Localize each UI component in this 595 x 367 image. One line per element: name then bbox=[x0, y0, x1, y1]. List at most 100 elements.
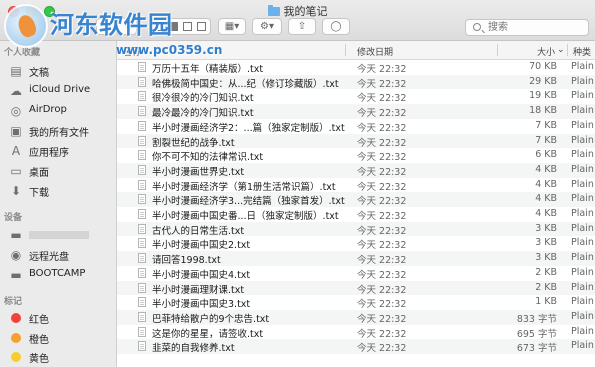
arrange-button[interactable]: ▦▾ bbox=[218, 18, 246, 35]
file-row[interactable]: 半小时漫画中国史番...日（独家定制版）.txt 今天 22:32 4 KB Plai… bbox=[117, 207, 595, 222]
sidebar-item-label: BOOTCAMP bbox=[29, 268, 86, 279]
file-name: 半小时漫画中国史3.txt bbox=[152, 299, 251, 311]
search-icon bbox=[473, 23, 481, 31]
file-row[interactable]: 半小时漫画经济学3...完结篇（独家首发）.txt 今天 22:32 4 KB Pla… bbox=[117, 192, 595, 207]
action-button[interactable]: ⚙▾ bbox=[252, 18, 282, 35]
text-file-icon bbox=[138, 76, 146, 87]
file-row[interactable]: 巴菲特给散户的9个忠告.txt 今天 22:32 833 字节 Plain bbox=[117, 309, 595, 325]
sidebar-item-tag-red[interactable]: 红色 bbox=[0, 309, 117, 328]
text-file-icon bbox=[138, 341, 146, 352]
file-date: 今天 22:32 bbox=[357, 93, 407, 105]
sidebar-item-label: 远程光盘 bbox=[29, 252, 69, 263]
watermark-name: 河东软件园 bbox=[50, 10, 173, 39]
text-file-icon bbox=[138, 150, 146, 161]
file-size: 70 KB bbox=[529, 61, 557, 72]
text-file-icon bbox=[138, 238, 146, 249]
file-row[interactable]: 你不可不知的法律常识.txt 今天 22:32 6 KB Plain bbox=[117, 148, 595, 163]
column-header-date[interactable]: 修改日期 bbox=[357, 45, 393, 58]
column-view-icon[interactable] bbox=[183, 22, 192, 31]
file-row[interactable]: 很冷很冷的冷门知识.txt 今天 22:32 19 KB Plain bbox=[117, 89, 595, 104]
sidebar-item-tag-yellow[interactable]: 黄色 bbox=[0, 348, 117, 367]
file-date: 今天 22:32 bbox=[357, 343, 407, 355]
search-input[interactable] bbox=[488, 21, 584, 34]
file-date: 今天 22:32 bbox=[357, 299, 407, 311]
file-kind: Plain bbox=[571, 222, 594, 234]
file-row[interactable]: 请回答1998.txt 今天 22:32 3 KB Plain bbox=[117, 251, 595, 266]
sidebar-item-all-files[interactable]: ▣ 我的所有文件 bbox=[0, 122, 117, 141]
sidebar-item-label: 下载 bbox=[29, 188, 49, 199]
column-divider[interactable] bbox=[497, 44, 498, 56]
column-divider[interactable] bbox=[567, 44, 568, 56]
file-size: 7 KB bbox=[535, 134, 557, 146]
file-name: 古代人的日常生活.txt bbox=[152, 225, 245, 237]
file-date: 今天 22:32 bbox=[357, 328, 407, 340]
column-header-kind[interactable]: 种类 bbox=[573, 45, 591, 58]
file-list: 万历十五年（精装版）.txt 今天 22:32 70 KB Plain 哈佛极简中国史：… bbox=[117, 60, 595, 367]
sidebar-item-label: 桌面 bbox=[29, 168, 49, 179]
file-row[interactable]: 半小时漫画经济学2：...篇（独家定制版）.txt 今天 22:32 7 KB Pla… bbox=[117, 119, 595, 134]
file-date: 今天 22:32 bbox=[357, 152, 407, 164]
sidebar-item-tag-orange[interactable]: 橙色 bbox=[0, 329, 117, 348]
column-header-size[interactable]: 大小 bbox=[537, 45, 555, 58]
sidebar-item-documents[interactable]: ▤ 文稿 bbox=[0, 62, 117, 81]
file-row[interactable]: 半小时漫画中国史3.txt 今天 22:32 1 KB Plain bbox=[117, 295, 595, 310]
sidebar-item-icloud-drive[interactable]: ☁ iCloud Drive bbox=[0, 82, 117, 101]
file-row[interactable]: 半小时漫画世界史.txt 今天 22:32 4 KB Plain bbox=[117, 162, 595, 178]
file-date: 今天 22:32 bbox=[357, 108, 407, 120]
file-date: 今天 22:32 bbox=[357, 211, 407, 222]
file-kind: Plain bbox=[571, 296, 594, 308]
tag-button[interactable]: ◯ bbox=[322, 18, 350, 35]
folder-icon bbox=[267, 5, 280, 16]
file-row[interactable]: 这是你的星星，请签收.txt 今天 22:32 695 字节 Plain bbox=[117, 325, 595, 340]
gallery-view-icon[interactable] bbox=[197, 22, 206, 31]
file-date: 今天 22:32 bbox=[357, 64, 407, 75]
sidebar-item-applications[interactable]: A 应用程序 bbox=[0, 142, 117, 161]
sidebar-item-airdrop[interactable]: ◎ AirDrop bbox=[0, 102, 117, 121]
sidebar: 个人收藏 ▤ 文稿 ☁ iCloud Drive ◎ AirDrop ▣ 我的所… bbox=[0, 41, 117, 367]
file-row[interactable]: 半小时漫画理财课.txt 今天 22:32 2 KB Plain bbox=[117, 280, 595, 296]
file-kind: Plain bbox=[571, 75, 594, 87]
file-row[interactable]: 半小时漫画中国史2.txt 今天 22:32 3 KB Plain bbox=[117, 236, 595, 251]
file-size: 1 KB bbox=[535, 296, 557, 308]
file-row[interactable]: 哈佛极简中国史：从...纪（修订珍藏版）.txt 今天 22:32 29 KB Pla… bbox=[117, 74, 595, 90]
search-field[interactable] bbox=[465, 19, 589, 36]
file-size: 3 KB bbox=[535, 252, 557, 264]
share-button[interactable]: ⇧ bbox=[288, 18, 316, 35]
file-kind: Plain bbox=[571, 119, 594, 131]
sidebar-item-remote-disc[interactable]: ◉ 远程光盘 bbox=[0, 246, 117, 265]
file-size: 4 KB bbox=[535, 178, 557, 190]
file-name: 最冷最冷的冷门知识.txt bbox=[152, 108, 254, 120]
file-row[interactable]: 古代人的日常生活.txt 今天 22:32 3 KB Plain bbox=[117, 221, 595, 237]
file-row[interactable]: 割裂世纪的战争.txt 今天 22:32 7 KB Plain bbox=[117, 133, 595, 149]
file-name: 半小时漫画世界史.txt bbox=[152, 166, 245, 178]
file-kind: Plain bbox=[571, 281, 594, 293]
file-kind: Plain bbox=[571, 149, 594, 161]
file-row[interactable]: 万历十五年（精装版）.txt 今天 22:32 70 KB Plain bbox=[117, 60, 595, 75]
window-title-text: 我的笔记 bbox=[283, 5, 328, 18]
tags-header: 标记 bbox=[4, 297, 23, 307]
sidebar-item-disk[interactable]: ▬ bbox=[0, 226, 117, 245]
file-size: 18 KB bbox=[529, 105, 557, 117]
file-row[interactable]: 半小时漫画经济学（第1册生活常识篇）.txt 今天 22:32 4 KB Plain bbox=[117, 178, 595, 193]
file-size: 2 KB bbox=[535, 266, 557, 278]
file-size: 4 KB bbox=[535, 193, 557, 205]
file-kind: Plain bbox=[571, 266, 594, 278]
remote-disc-icon: ◉ bbox=[10, 248, 22, 262]
file-kind: Plain bbox=[571, 134, 594, 146]
document-icon: ▤ bbox=[10, 64, 22, 78]
desktop-icon: ▭ bbox=[10, 164, 22, 178]
file-row[interactable]: 韭菜的自我修养.txt 今天 22:32 673 字节 Plain bbox=[117, 339, 595, 354]
file-date: 今天 22:32 bbox=[357, 313, 407, 325]
sidebar-item-label: AirDrop bbox=[29, 104, 67, 115]
sidebar-item-downloads[interactable]: ⬇ 下载 bbox=[0, 182, 117, 201]
text-file-icon bbox=[138, 311, 146, 322]
file-row[interactable]: 最冷最冷的冷门知识.txt 今天 22:32 18 KB Plain bbox=[117, 104, 595, 119]
file-date: 今天 22:32 bbox=[357, 269, 407, 281]
sidebar-item-label: 应用程序 bbox=[29, 148, 69, 159]
file-row[interactable]: 半小时漫画中国史4.txt 今天 22:32 2 KB Plain bbox=[117, 266, 595, 281]
sidebar-item-desktop[interactable]: ▭ 桌面 bbox=[0, 162, 117, 181]
file-kind: Plain bbox=[571, 178, 594, 190]
file-kind: Plain bbox=[571, 193, 594, 205]
column-divider[interactable] bbox=[345, 44, 346, 56]
sidebar-item-bootcamp[interactable]: ▬ BOOTCAMP bbox=[0, 266, 117, 285]
